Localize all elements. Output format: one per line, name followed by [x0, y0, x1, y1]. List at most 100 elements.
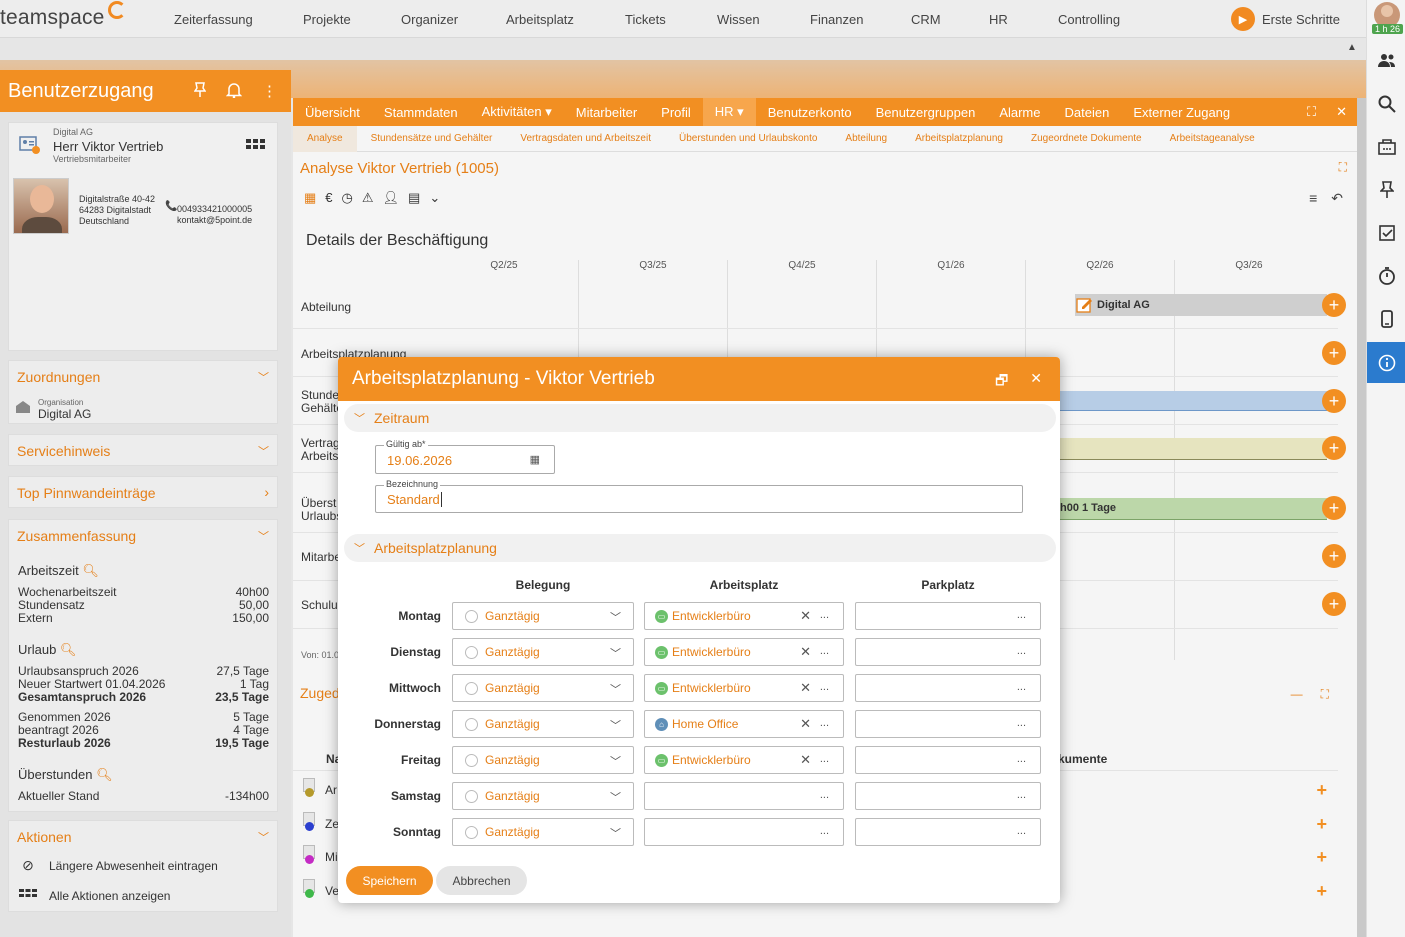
nav-item-tickets[interactable]: Tickets: [625, 12, 666, 27]
parkplatz-select[interactable]: ...: [855, 638, 1041, 666]
tab-übersicht[interactable]: Übersicht: [293, 98, 372, 126]
subtab-stundensätze[interactable]: Stundensätze und Gehälter: [357, 126, 507, 152]
add-document-button[interactable]: +: [1316, 780, 1327, 801]
parkplatz-select[interactable]: ...: [855, 818, 1041, 846]
clock-icon[interactable]: ◷: [342, 190, 353, 206]
chevron-down-icon[interactable]: ﹀: [610, 789, 621, 805]
bezeichnung-field[interactable]: Bezeichnung Standard: [375, 479, 1023, 513]
add-vertrag-button[interactable]: +: [1322, 436, 1346, 460]
add-stunden-button[interactable]: +: [1322, 389, 1346, 413]
arbeitsplatz-select[interactable]: ▭ Entwicklerbüro ✕...: [644, 638, 844, 666]
belegung-select[interactable]: Ganztägig ﹀: [452, 746, 634, 774]
subtab-zugeordnete[interactable]: Zugeordnete Dokumente: [1017, 126, 1156, 152]
nav-item-organizer[interactable]: Organizer: [401, 12, 458, 27]
arbeitsplatzplanung-section[interactable]: ﹀ Arbeitsplatzplanung: [344, 534, 1056, 562]
radio-icon[interactable]: [465, 826, 478, 839]
bell-icon[interactable]: [225, 82, 243, 102]
arbeitsplatz-select[interactable]: ▭ Entwicklerbüro ✕...: [644, 674, 844, 702]
save-button[interactable]: Speichern: [346, 866, 433, 895]
tab-mitarbeiter[interactable]: Mitarbeiter: [564, 98, 649, 126]
grid-icon[interactable]: [246, 139, 266, 156]
action-absence[interactable]: ⊘ Längere Abwesenheit eintragen: [18, 857, 218, 874]
more-icon[interactable]: ...: [1017, 645, 1026, 657]
email[interactable]: kontakt@5point.de: [177, 215, 252, 226]
tab-stammdaten[interactable]: Stammdaten: [372, 98, 470, 126]
servicehinweis-header[interactable]: Servicehinweis ﹀: [9, 435, 277, 467]
search-icon[interactable]: 🔍︎: [96, 767, 113, 782]
pin-icon[interactable]: [1367, 170, 1405, 210]
belegung-select[interactable]: Ganztägig ﹀: [452, 782, 634, 810]
pinnwand-header[interactable]: Top Pinnwandeinträge ›: [9, 477, 277, 509]
subtab-vertragsdaten[interactable]: Vertragsdaten und Arbeitszeit: [506, 126, 665, 152]
add-document-button[interactable]: +: [1316, 881, 1327, 902]
chevron-down-icon[interactable]: ﹀: [610, 753, 621, 769]
tab-hr[interactable]: HR ▾: [702, 98, 756, 126]
tab-externerzugang[interactable]: Externer Zugang: [1121, 98, 1242, 126]
belegung-select[interactable]: Ganztägig ﹀: [452, 710, 634, 738]
aktionen-header[interactable]: Aktionen ﹀: [9, 821, 277, 853]
info-icon[interactable]: [1367, 342, 1405, 383]
pinnwand-section[interactable]: Top Pinnwandeinträge ›: [8, 476, 278, 508]
chevron-down-icon[interactable]: ﹀: [610, 645, 621, 661]
arbeitsplatz-select[interactable]: ...: [644, 782, 844, 810]
folder-icon[interactable]: [1367, 127, 1405, 167]
tab-benutzergruppen[interactable]: Benutzergruppen: [864, 98, 988, 126]
more-icon[interactable]: ...: [820, 753, 829, 765]
chevron-right-icon[interactable]: ›: [264, 484, 269, 500]
search-icon[interactable]: [1367, 84, 1405, 124]
euro-icon[interactable]: €: [325, 190, 332, 206]
nav-item-controlling[interactable]: Controlling: [1058, 12, 1120, 27]
tab-dateien[interactable]: Dateien: [1053, 98, 1122, 126]
subtab-analyse[interactable]: Analyse: [293, 125, 357, 152]
arbeitsplatz-select[interactable]: ▭ Entwicklerbüro ✕...: [644, 602, 844, 630]
belegung-select[interactable]: Ganztägig ﹀: [452, 818, 634, 846]
phone-number[interactable]: 004933421000005: [177, 204, 252, 215]
calendar-icon[interactable]: ▦: [530, 453, 540, 466]
tab-aktivitäten[interactable]: Aktivitäten ▾: [470, 98, 564, 126]
erste-schritte-button[interactable]: ▶ Erste Schritte: [1231, 7, 1340, 31]
task-icon[interactable]: [1367, 213, 1405, 253]
add-document-button[interactable]: +: [1316, 814, 1327, 835]
more-icon[interactable]: ...: [1017, 753, 1026, 765]
add-mitarbeiter-button[interactable]: +: [1322, 544, 1346, 568]
radio-icon[interactable]: [465, 754, 478, 767]
chevron-down-icon[interactable]: ﹀: [610, 825, 621, 841]
clear-icon[interactable]: ✕: [800, 644, 811, 660]
tab-profil[interactable]: Profil: [649, 98, 703, 126]
add-abteilung-button[interactable]: +: [1322, 293, 1346, 317]
collapse-up-icon[interactable]: ▲: [1347, 42, 1357, 53]
more-icon[interactable]: ...: [820, 681, 829, 693]
parkplatz-select[interactable]: ...: [855, 602, 1041, 630]
restore-window-icon[interactable]: 🗗︎: [995, 370, 1008, 394]
mobile-phone-icon[interactable]: [1367, 299, 1405, 339]
vertrag-bar[interactable]: [1058, 438, 1327, 460]
arbeitsplatz-select[interactable]: ⌂ Home Office ✕...: [644, 710, 844, 738]
radio-icon[interactable]: [465, 682, 478, 695]
more-icon[interactable]: ...: [820, 645, 829, 657]
more-icon[interactable]: ...: [820, 717, 829, 729]
radio-icon[interactable]: [465, 718, 478, 731]
more-icon[interactable]: ...: [820, 825, 829, 837]
edit-icon[interactable]: [1076, 296, 1094, 317]
warning-icon[interactable]: ⚠: [362, 190, 374, 206]
zeitraum-section[interactable]: ﹀ Zeitraum: [344, 404, 1056, 432]
parkplatz-select[interactable]: ...: [855, 782, 1041, 810]
search-icon[interactable]: 🔍︎: [60, 642, 77, 657]
nav-item-hr[interactable]: HR: [989, 12, 1008, 27]
pin-icon[interactable]: [193, 82, 207, 102]
search-icon[interactable]: 🔍︎: [82, 563, 99, 578]
filter-icon[interactable]: ≡: [1309, 190, 1317, 207]
chevron-down-icon[interactable]: ﹀: [258, 528, 269, 544]
nav-item-crm[interactable]: CRM: [911, 12, 941, 27]
minimize-icon[interactable]: —: [1291, 687, 1303, 702]
more-icon[interactable]: ...: [820, 789, 829, 801]
calendar-icon[interactable]: ▦: [304, 190, 316, 206]
subtab-überstunden[interactable]: Überstunden und Urlaubskonto: [665, 126, 831, 152]
add-document-button[interactable]: +: [1316, 847, 1327, 868]
belegung-select[interactable]: Ganztägig ﹀: [452, 602, 634, 630]
parkplatz-select[interactable]: ...: [855, 674, 1041, 702]
more-icon[interactable]: ...: [1017, 825, 1026, 837]
clear-icon[interactable]: ✕: [800, 608, 811, 624]
zuordnungen-header[interactable]: Zuordnungen ﹀: [9, 361, 277, 393]
chevron-down-icon[interactable]: ⌄: [429, 190, 440, 206]
